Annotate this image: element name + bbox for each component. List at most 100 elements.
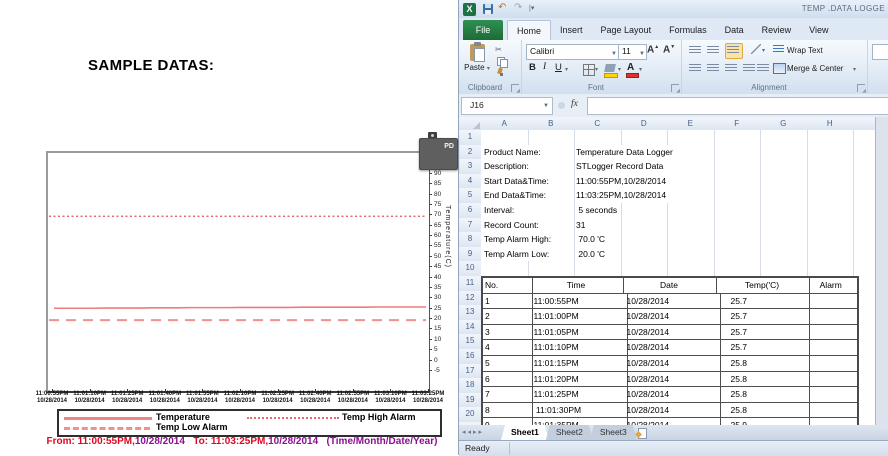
shrink-font-button[interactable]: A▼ [663,44,675,55]
table-row[interactable]: 911:01:35PM10/28/201425.9 [483,418,857,425]
grid-cell[interactable]: 11:01:15PM [530,356,628,371]
tab-insert[interactable]: Insert [551,20,592,40]
grid-cell[interactable]: 10/28/2014 [623,340,721,355]
table-row[interactable]: 611:01:20PM10/28/201425.8 [483,372,857,388]
tab-review[interactable]: Review [753,20,801,40]
grid-cell[interactable]: 11:01:00PM [530,309,628,324]
row-header-19[interactable]: 19 [459,393,482,409]
font-color-button[interactable]: A [627,62,634,73]
orientation-button[interactable] [751,44,761,54]
grid-cell[interactable]: 25.8 [716,356,810,371]
italic-button[interactable]: I [543,62,546,72]
grid-cell[interactable]: 1 [483,294,533,309]
grid-cell[interactable]: 11:01:35PM [530,418,628,425]
tab-view[interactable]: View [800,20,837,40]
row-header-7[interactable]: 7 [459,218,482,234]
column-header-D[interactable]: D [621,117,669,131]
grid-row[interactable]: Product Name:Temperature Data Logger [481,145,876,161]
pd-popup[interactable]: PD [419,138,458,170]
row-header-14[interactable]: 14 [459,320,482,336]
table-row[interactable]: 211:01:00PM10/28/201425.7 [483,309,857,325]
grid-row[interactable] [481,261,876,277]
tab-home[interactable]: Home [507,20,551,41]
redo-icon[interactable]: ↷ [514,2,522,13]
grid-cell[interactable]: 10/28/2014 [623,325,721,340]
grow-font-button[interactable]: A▲ [647,44,659,55]
row-header-1[interactable]: 1 [459,130,482,146]
grid-cell[interactable] [809,356,858,371]
increase-indent-button[interactable] [757,64,769,73]
column-header-E[interactable]: E [667,117,715,131]
column-header-F[interactable]: F [714,117,762,131]
row-header-13[interactable]: 13 [459,305,482,321]
grid-cell[interactable]: 2 [483,309,533,324]
title-bar[interactable]: X ↶ ↷ |▾ TEMP .DATA LOGGE [459,0,888,18]
fill-color-icon[interactable] [604,64,616,72]
row-header-3[interactable]: 3 [459,159,482,175]
tab-formulas[interactable]: Formulas [660,20,716,40]
clipboard-dialog-launcher-icon[interactable] [511,84,519,92]
grid-cell[interactable]: 6 [483,372,533,387]
grid-row[interactable]: Description:STLogger Record Data [481,159,876,175]
grid-cell[interactable]: 25.7 [716,309,810,324]
grid-cell[interactable]: 11:01:25PM [530,387,628,402]
bold-button[interactable]: B [529,62,536,73]
row-header-15[interactable]: 15 [459,334,482,350]
grid-row[interactable]: Interval: 5 seconds [481,203,876,219]
row-header-6[interactable]: 6 [459,203,482,219]
grid-cell[interactable]: 25.9 [716,418,810,425]
grid-cell[interactable]: 25.8 [716,372,810,387]
grid-row[interactable]: Record Count:31 [481,218,876,234]
underline-button[interactable]: U [555,62,562,73]
grid-row[interactable]: Temp Alarm High: 70.0 'C [481,232,876,248]
column-header-G[interactable]: G [760,117,808,131]
grid-cell[interactable]: 10/28/2014 [623,418,721,425]
align-left-button[interactable] [689,64,701,73]
sheet-tab-sheet3[interactable]: Sheet3 [590,425,637,440]
cut-button[interactable]: ✂ [495,45,515,56]
column-header-H[interactable]: H [807,117,855,131]
row-header-12[interactable]: 12 [459,291,482,307]
row-header-8[interactable]: 8 [459,232,482,248]
tab-data[interactable]: Data [716,20,753,40]
grid-row[interactable]: Temp Alarm Low: 20.0 'C [481,247,876,263]
borders-button[interactable] [583,64,595,76]
sheet-nav-buttons[interactable]: ◂◂▸▸ [462,428,484,436]
fx-icon[interactable]: fx [571,99,578,109]
tab-file[interactable]: File [463,20,503,40]
grid-cell[interactable]: No. [483,278,533,293]
font-size-combo[interactable]: 11▼ [618,44,647,60]
row-header-4[interactable]: 4 [459,174,482,190]
grid-cell[interactable]: 10/28/2014 [623,403,721,418]
font-color-dropdown-icon[interactable]: ▾ [639,66,642,73]
table-row[interactable]: 411:01:10PM10/28/201425.7 [483,340,857,356]
number-format-combo[interactable] [872,44,888,60]
save-icon[interactable] [483,4,493,14]
select-all-corner[interactable] [459,117,482,131]
grid-cell[interactable]: 25.7 [716,325,810,340]
merge-center-button[interactable]: Merge & Center [787,64,843,73]
row-header-9[interactable]: 9 [459,247,482,263]
grid-cell[interactable]: 4 [483,340,533,355]
grid-cell[interactable]: 10/28/2014 [623,309,721,324]
grid-cell[interactable]: 10/28/2014 [623,294,721,309]
grid-cell[interactable]: Date [623,278,717,293]
fill-dropdown-icon[interactable]: ▾ [618,66,621,73]
grid-cell[interactable]: 10/28/2014 [623,372,721,387]
grid-cell[interactable]: 5 [483,356,533,371]
undo-icon[interactable]: ↶ [498,2,506,13]
grid-cell[interactable]: 25.8 [716,403,810,418]
table-row[interactable]: 311:01:05PM10/28/201425.7 [483,325,857,341]
tab-page-layout[interactable]: Page Layout [592,20,661,40]
table-row[interactable]: 511:01:15PM10/28/201425.8 [483,356,857,372]
grid-cell[interactable]: 25.7 [716,340,810,355]
column-header-A[interactable]: A [481,117,529,131]
sheet-tab-sheet1[interactable]: Sheet1 [501,425,549,440]
grid-cell[interactable]: 11:01:20PM [530,372,628,387]
row-header-17[interactable]: 17 [459,364,482,380]
sheet-tab-sheet2[interactable]: Sheet2 [546,425,593,440]
merge-dropdown-icon[interactable]: ▾ [853,66,856,73]
align-right-button[interactable] [725,64,737,73]
grid-cell[interactable] [809,340,858,355]
paste-button[interactable]: Paste ▾ [464,44,490,82]
